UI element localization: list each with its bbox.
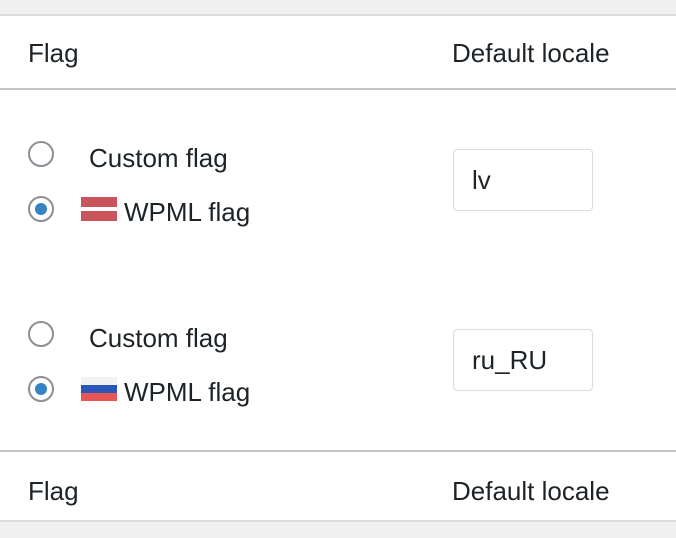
custom-flag-radio[interactable]: [28, 141, 54, 167]
default-locale-input[interactable]: [453, 329, 593, 391]
wpml-flag-label[interactable]: WPML flag: [124, 197, 250, 228]
custom-flag-label[interactable]: Custom flag: [89, 143, 228, 174]
latvia-flag-icon: [81, 197, 117, 221]
wpml-flag-label[interactable]: WPML flag: [124, 377, 250, 408]
column-footer-flag: Flag: [28, 476, 79, 506]
wpml-flag-radio[interactable]: [28, 196, 54, 222]
column-header-default-locale: Default locale: [452, 38, 610, 68]
table-footer: Flag Default locale: [0, 450, 676, 524]
custom-flag-label[interactable]: Custom flag: [89, 323, 228, 354]
wpml-flag-radio[interactable]: [28, 376, 54, 402]
column-header-flag: Flag: [28, 38, 79, 68]
custom-flag-radio[interactable]: [28, 321, 54, 347]
languages-table: Flag Default locale Custom flag WPML fla…: [0, 14, 676, 522]
default-locale-input[interactable]: [453, 149, 593, 211]
table-header: Flag Default locale: [0, 16, 676, 90]
russia-flag-icon: [81, 377, 117, 401]
column-footer-default-locale: Default locale: [452, 476, 610, 506]
